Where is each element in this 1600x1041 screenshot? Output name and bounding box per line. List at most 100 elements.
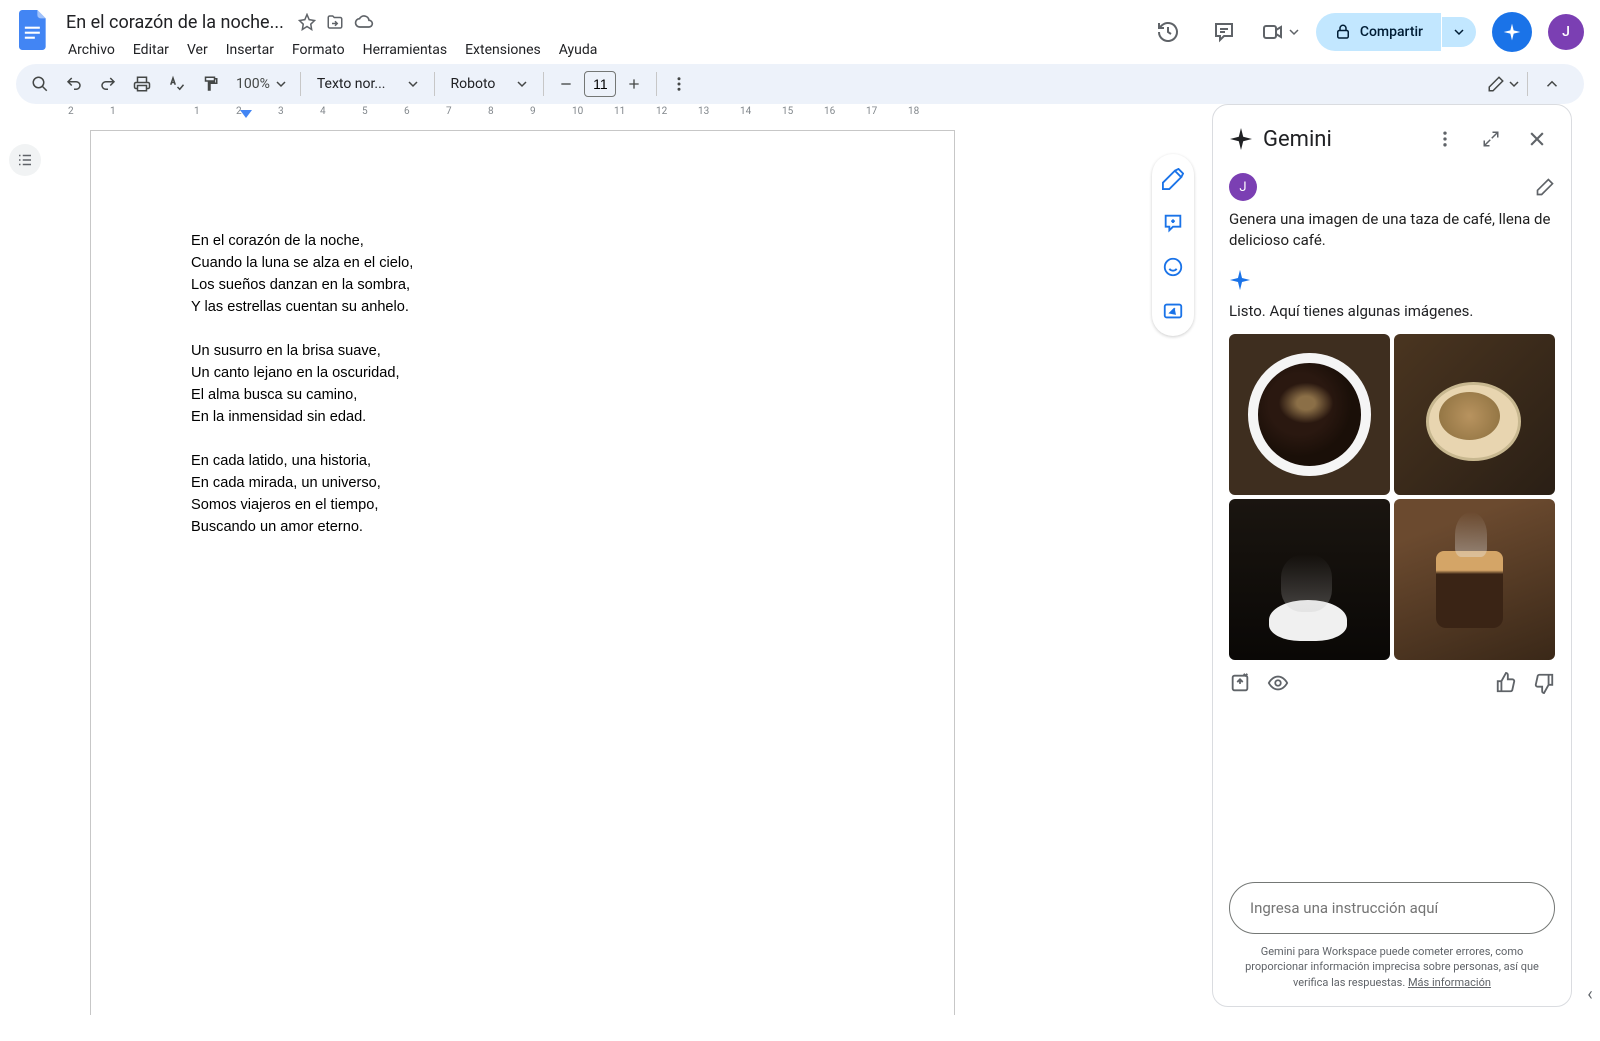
comments-icon[interactable] bbox=[1204, 12, 1244, 52]
document-line[interactable]: El alma busca su camino, bbox=[191, 385, 854, 407]
gemini-close-icon[interactable] bbox=[1519, 121, 1555, 157]
font-select[interactable]: Roboto bbox=[441, 68, 538, 100]
ruler-tick: 8 bbox=[488, 106, 494, 117]
menu-herramientas[interactable]: Herramientas bbox=[355, 38, 456, 62]
gemini-disclaimer: Gemini para Workspace puede cometer erro… bbox=[1229, 944, 1555, 990]
gemini-launch-button[interactable] bbox=[1492, 12, 1532, 52]
document-line[interactable]: Y las estrellas cuentan su anhelo. bbox=[191, 297, 854, 319]
toolbar: 100% Texto nor... Roboto bbox=[16, 64, 1584, 104]
menu-formato[interactable]: Formato bbox=[284, 38, 353, 62]
undo-icon[interactable] bbox=[58, 68, 90, 100]
generated-image-2[interactable] bbox=[1394, 334, 1555, 495]
more-toolbar-icon[interactable] bbox=[663, 68, 695, 100]
title-area: En el corazón de la noche... ArchivoEdit… bbox=[60, 8, 1148, 64]
user-prompt-text: Genera una imagen de una taza de café, l… bbox=[1229, 209, 1555, 251]
menu-editar[interactable]: Editar bbox=[125, 38, 177, 62]
user-avatar: J bbox=[1229, 173, 1257, 201]
move-icon[interactable] bbox=[326, 12, 344, 32]
document-line[interactable] bbox=[191, 429, 854, 451]
sources-icon[interactable] bbox=[1267, 672, 1289, 694]
ruler-tick: 11 bbox=[614, 106, 625, 117]
gemini-menu-icon[interactable] bbox=[1427, 121, 1463, 157]
editing-mode-button[interactable] bbox=[1487, 68, 1519, 100]
menubar: ArchivoEditarVerInsertarFormatoHerramien… bbox=[60, 36, 1148, 64]
redo-icon[interactable] bbox=[92, 68, 124, 100]
account-avatar[interactable]: J bbox=[1548, 14, 1584, 50]
document-line[interactable]: En el corazón de la noche, bbox=[191, 231, 854, 253]
document-line[interactable]: Un susurro en la brisa suave, bbox=[191, 341, 854, 363]
ruler-tick: 15 bbox=[782, 106, 793, 117]
spellcheck-icon[interactable] bbox=[160, 68, 192, 100]
ruler-tick: 13 bbox=[698, 106, 709, 117]
document-line[interactable]: Cuando la luna se alza en el cielo, bbox=[191, 253, 854, 275]
document-line[interactable] bbox=[191, 319, 854, 341]
ruler-tick: 9 bbox=[530, 106, 536, 117]
gemini-panel: Gemini J Genera una imagen de una taza d… bbox=[1212, 104, 1572, 1007]
document-line[interactable]: En la inmensidad sin edad. bbox=[191, 407, 854, 429]
gemini-expand-icon[interactable] bbox=[1473, 121, 1509, 157]
document-title[interactable]: En el corazón de la noche... bbox=[60, 10, 290, 35]
paint-format-icon[interactable] bbox=[194, 68, 226, 100]
generated-image-3[interactable] bbox=[1229, 499, 1390, 660]
edit-prompt-icon[interactable] bbox=[1535, 177, 1555, 197]
more-info-link[interactable]: Más información bbox=[1408, 976, 1491, 989]
menu-ayuda[interactable]: Ayuda bbox=[551, 38, 606, 62]
document-line[interactable]: Un canto lejano en la oscuridad, bbox=[191, 363, 854, 385]
ruler-tick: 14 bbox=[740, 106, 751, 117]
document-scroll-area[interactable]: 21123456789101112131415161718 En el cora… bbox=[50, 104, 1212, 1015]
document-line[interactable]: Buscando un amor eterno. bbox=[191, 517, 854, 539]
generated-image-4[interactable] bbox=[1394, 499, 1555, 660]
document-line[interactable]: En cada latido, una historia, bbox=[191, 451, 854, 473]
ruler-tick: 18 bbox=[908, 106, 919, 117]
star-icon[interactable] bbox=[298, 12, 316, 32]
ruler-tick: 5 bbox=[362, 106, 368, 117]
print-icon[interactable] bbox=[126, 68, 158, 100]
cloud-status-icon[interactable] bbox=[354, 12, 374, 32]
ruler-tick: 10 bbox=[572, 106, 583, 117]
gemini-prompt-input[interactable] bbox=[1229, 882, 1555, 934]
collapse-toolbar-icon[interactable] bbox=[1536, 68, 1568, 100]
increase-font-icon[interactable] bbox=[618, 68, 650, 100]
share-button[interactable]: Compartir bbox=[1316, 13, 1441, 51]
ruler-tick: 7 bbox=[446, 106, 452, 117]
generated-images-grid bbox=[1229, 334, 1555, 660]
left-margin bbox=[0, 104, 50, 1015]
emoji-reaction-icon[interactable] bbox=[1158, 252, 1188, 282]
menu-extensiones[interactable]: Extensiones bbox=[457, 38, 549, 62]
horizontal-ruler[interactable]: 21123456789101112131415161718 bbox=[50, 104, 1000, 120]
document-line[interactable]: Los sueños danzan en la sombra, bbox=[191, 275, 854, 297]
meet-button[interactable] bbox=[1260, 12, 1300, 52]
decrease-font-icon[interactable] bbox=[550, 68, 582, 100]
suggest-edits-icon[interactable] bbox=[1158, 296, 1188, 326]
ruler-tick: 1 bbox=[110, 106, 116, 117]
gemini-response-icon bbox=[1229, 269, 1555, 291]
app-header: En el corazón de la noche... ArchivoEdit… bbox=[0, 0, 1600, 64]
thumbs-up-icon[interactable] bbox=[1495, 672, 1517, 694]
document-line[interactable]: Somos viajeros en el tiempo, bbox=[191, 495, 854, 517]
menu-ver[interactable]: Ver bbox=[179, 38, 216, 62]
ruler-tick: 4 bbox=[320, 106, 326, 117]
thumbs-down-icon[interactable] bbox=[1533, 672, 1555, 694]
add-comment-icon[interactable] bbox=[1158, 208, 1188, 238]
ruler-tick: 1 bbox=[194, 106, 200, 117]
menu-insertar[interactable]: Insertar bbox=[218, 38, 282, 62]
search-icon[interactable] bbox=[24, 68, 56, 100]
gemini-title: Gemini bbox=[1263, 127, 1417, 152]
generated-image-1[interactable] bbox=[1229, 334, 1390, 495]
gemini-spark-icon bbox=[1229, 127, 1253, 151]
ruler-tick: 17 bbox=[866, 106, 877, 117]
menu-archivo[interactable]: Archivo bbox=[60, 38, 123, 62]
insert-icon[interactable] bbox=[1229, 672, 1251, 694]
paragraph-style-select[interactable]: Texto nor... bbox=[307, 68, 428, 100]
font-size-input[interactable] bbox=[584, 71, 616, 97]
share-dropdown[interactable] bbox=[1442, 17, 1476, 47]
zoom-select[interactable]: 100% bbox=[228, 68, 294, 100]
side-panel-collapse-icon[interactable]: ‹ bbox=[1580, 104, 1600, 1015]
document-line[interactable]: En cada mirada, un universo, bbox=[191, 473, 854, 495]
document-page[interactable]: En el corazón de la noche,Cuando la luna… bbox=[90, 130, 955, 1015]
history-icon[interactable] bbox=[1148, 12, 1188, 52]
outline-toggle-icon[interactable] bbox=[9, 144, 41, 176]
docs-logo-icon[interactable] bbox=[16, 12, 52, 48]
ai-write-icon[interactable] bbox=[1158, 164, 1188, 194]
gemini-response-text: Listo. Aquí tienes algunas imágenes. bbox=[1229, 301, 1555, 322]
